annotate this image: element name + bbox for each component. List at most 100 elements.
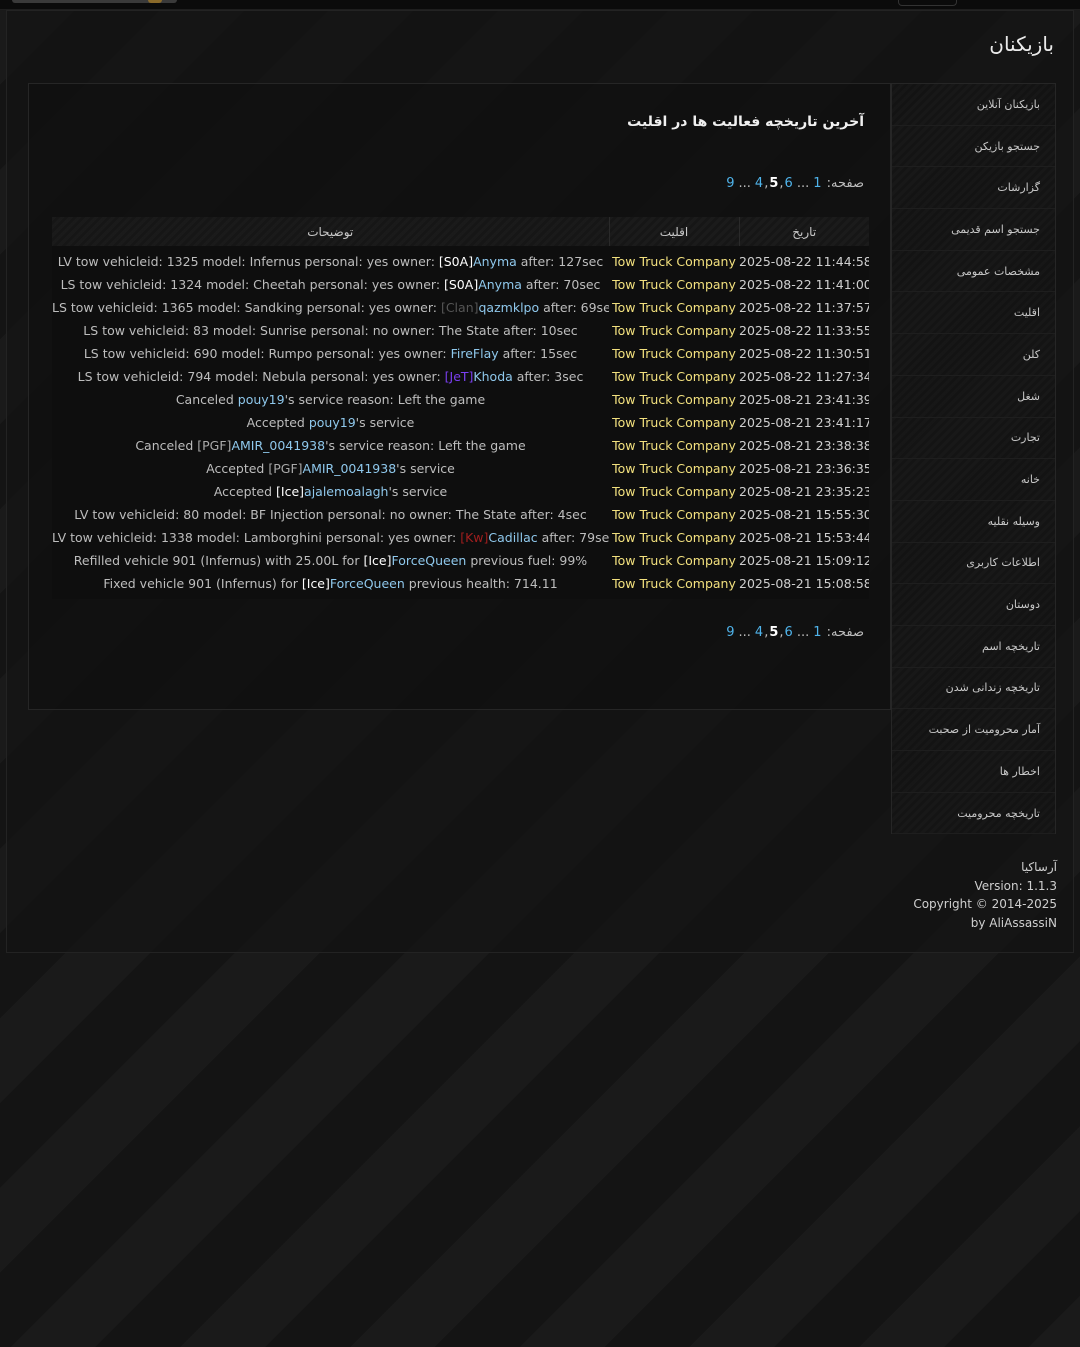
sidebar-item[interactable]: مشخصات عمومی — [892, 250, 1055, 293]
description-text: Accepted — [206, 461, 269, 476]
cell-faction: Tow Truck Company — [612, 438, 736, 453]
sidebar-item-label: جستجو اسم قدیمی — [951, 222, 1040, 236]
player-name-link[interactable]: qazmklpo — [479, 300, 540, 315]
panel-title: آخرین تاریخچه فعالیت ها در اقلیت — [627, 114, 864, 130]
cell-faction: Tow Truck Company — [612, 461, 736, 476]
pager-bottom-label: صفحه: — [826, 625, 864, 640]
sidebar-item[interactable]: اخطار ها — [892, 751, 1055, 793]
player-name-link[interactable]: FireFlay — [451, 346, 499, 361]
cell-date: 2025-08-22 11:44:58 — [739, 254, 869, 269]
sidebar-item[interactable]: تاریخچه اسم — [892, 625, 1055, 668]
sidebar-item[interactable]: خانه — [892, 459, 1055, 501]
description-text: [S0A] — [438, 254, 474, 269]
description-text: after: 127sec — [516, 254, 604, 269]
description-text: LV tow vehicleid: 1338 model: Lamborghin… — [52, 530, 461, 545]
cell-description: Canceled pouy19's service reason: Left t… — [52, 388, 609, 411]
cell-description: LV tow vehicleid: 1338 model: Lamborghin… — [52, 526, 609, 549]
sidebar-item[interactable]: اقلیت — [892, 292, 1055, 335]
description-text: [Clan] — [440, 300, 479, 315]
description-text: Canceled — [135, 438, 198, 453]
description-text: [PGF] — [268, 461, 303, 476]
sidebar-item-label: خانه — [1020, 473, 1040, 487]
cell-description: LS tow vehicleid: 1324 model: Cheetah pe… — [52, 273, 609, 296]
player-name-link[interactable]: Khoda — [473, 369, 512, 384]
description-text: 's service — [396, 461, 455, 476]
pager-bottom-page-link[interactable]: 6 — [785, 625, 793, 640]
site-footer: آرساکیا Version: 1.1.3 Copyright © 2014-… — [913, 858, 1057, 932]
table-row: Accepted pouy19's service Tow Truck Compa… — [52, 411, 869, 434]
description-text: previous health: 714.11 — [404, 576, 558, 591]
table-row: Refilled vehicle 901 (Infernus) with 25.… — [52, 549, 869, 572]
footer-copyright: Copyright © 2014-2025 — [913, 897, 1057, 911]
sidebar-item[interactable]: تاریخچه محرومیت — [892, 792, 1055, 835]
navbar-button[interactable] — [898, 0, 957, 6]
pager-top-ellipsis: ... — [796, 176, 810, 191]
table-row: LV tow vehicleid: 1325 model: Infernus p… — [52, 246, 869, 273]
cell-date: 2025-08-21 23:41:17 — [739, 415, 869, 430]
description-text: LS tow vehicleid: 794 model: Nebula pers… — [77, 369, 445, 384]
pager-bottom-page-last[interactable]: 9 — [726, 625, 734, 640]
sidebar-item[interactable]: وسیله نقلیه — [892, 500, 1055, 543]
sidebar-item[interactable]: تاریخچه زندانی شدن — [892, 667, 1055, 710]
sidebar-item-label: دوستان — [1005, 598, 1040, 612]
sidebar-item[interactable]: جستجو اسم قدیمی — [892, 209, 1055, 251]
sidebar-item-label: شغل — [1017, 389, 1040, 403]
description-text: 's service reason: Left the game — [325, 438, 526, 453]
cell-description: Canceled [PGF]AMIR_0041938's service rea… — [52, 434, 609, 457]
cell-description: LS tow vehicleid: 1365 model: Sandking p… — [52, 296, 609, 319]
description-text: [Ice] — [276, 484, 305, 499]
cell-date: 2025-08-21 23:38:38 — [739, 438, 869, 453]
pager-top-ellipsis: ... — [738, 176, 751, 191]
description-text: LV tow vehicleid: 1325 model: Infernus p… — [57, 254, 439, 269]
pager-bottom-page-current: 5 — [769, 625, 779, 640]
cell-description: LS tow vehicleid: 83 model: Sunrise pers… — [52, 319, 609, 342]
pager-top-page-link[interactable]: 4 — [755, 176, 763, 191]
sidebar-item[interactable]: شغل — [892, 375, 1055, 418]
sidebar-item[interactable]: جستجو بازیکن — [892, 125, 1055, 168]
sidebar-item[interactable]: کلن — [892, 334, 1055, 376]
cell-date: 2025-08-21 15:55:30 — [739, 507, 869, 522]
player-name-link[interactable]: ForceQueen — [391, 553, 466, 568]
description-text: LS tow vehicleid: 690 model: Rumpo perso… — [83, 346, 451, 361]
sidebar-item[interactable]: دوستان — [892, 584, 1055, 626]
pager-bottom-ellipsis: ... — [738, 625, 751, 640]
player-name-link[interactable]: pouy19 — [309, 415, 356, 430]
cell-faction: Tow Truck Company — [612, 415, 736, 430]
pager-top-page-last[interactable]: 9 — [726, 176, 734, 191]
player-name-link[interactable]: ForceQueen — [330, 576, 405, 591]
cell-date: 2025-08-22 11:33:55 — [739, 323, 869, 338]
player-name-link[interactable]: AMIR_0041938 — [303, 461, 397, 476]
footer-version: Version: 1.1.3 — [974, 878, 1057, 893]
description-text: [JeT] — [444, 369, 474, 384]
pager-top-page-first[interactable]: 1 — [813, 176, 821, 191]
sidebar-item[interactable]: تجارت — [892, 417, 1055, 460]
player-name-link[interactable]: pouy19 — [238, 392, 285, 407]
table-header-row: توضیحات اقلیت تاریخ — [52, 217, 869, 246]
player-name-link[interactable]: AMIR_0041938 — [231, 438, 325, 453]
cell-description: LV tow vehicleid: 80 model: BF Injection… — [52, 503, 609, 526]
sidebar-item[interactable]: آمار محرومیت از صحبت — [892, 709, 1055, 751]
player-name-link[interactable]: Anyma — [478, 277, 522, 292]
sidebar-item-label: جستجو بازیکن — [974, 139, 1040, 153]
pager-top-page-link[interactable]: 6 — [785, 176, 793, 191]
cell-faction: Tow Truck Company — [612, 553, 736, 568]
pager-bottom-ellipsis: ... — [796, 625, 810, 640]
description-text: LV tow vehicleid: 80 model: BF Injection… — [74, 507, 587, 522]
pager-bottom-page-link[interactable]: 4 — [755, 625, 763, 640]
sidebar-item[interactable]: بازیکنان آنلاین — [892, 84, 1055, 126]
pager-bottom-page-first[interactable]: 1 — [813, 625, 821, 640]
cell-date: 2025-08-22 11:30:51 — [739, 346, 869, 361]
player-name-link[interactable]: ajalemoalagh — [304, 484, 388, 499]
description-text: after: 15sec — [498, 346, 578, 361]
pager-top-label: صفحه: — [826, 176, 864, 191]
table-row: LS tow vehicleid: 794 model: Nebula pers… — [52, 365, 869, 388]
cell-faction: Tow Truck Company — [612, 576, 736, 591]
player-name-link[interactable]: Anyma — [473, 254, 517, 269]
sidebar-item[interactable]: گزارشات — [892, 167, 1055, 210]
cell-date: 2025-08-22 11:41:00 — [739, 277, 869, 292]
table-row: Canceled pouy19's service reason: Left t… — [52, 388, 869, 411]
player-name-link[interactable]: Cadillac — [488, 530, 537, 545]
description-text: previous fuel: 99% — [466, 553, 588, 568]
top-navbar — [0, 0, 1080, 10]
sidebar-item[interactable]: اطلاعات کاربری — [892, 542, 1055, 585]
